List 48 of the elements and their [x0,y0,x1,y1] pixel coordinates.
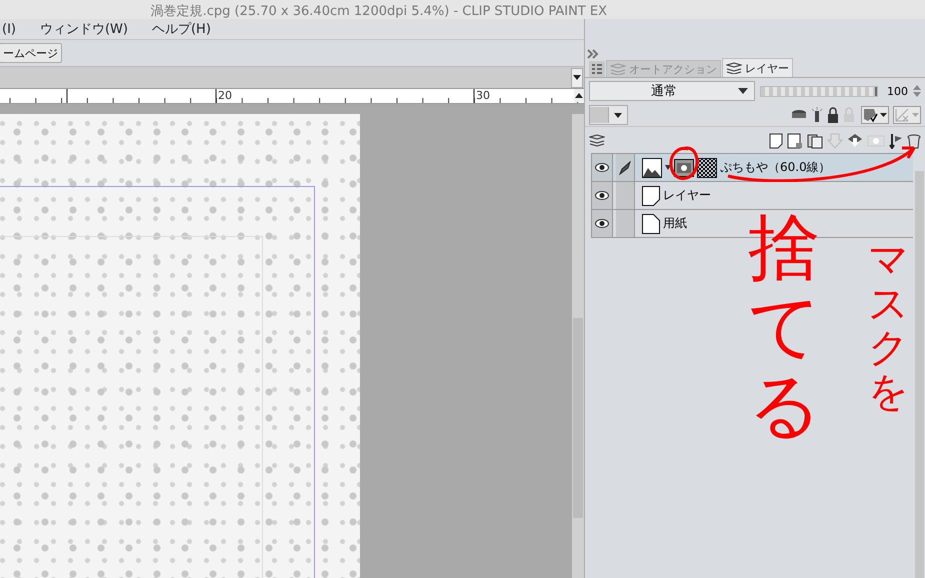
merge-down-icon[interactable] [847,133,863,149]
new-folder-icon[interactable] [807,133,823,149]
color-dropdown[interactable] [589,105,628,125]
homepage-button[interactable]: ームページ [0,43,62,63]
reference-icon[interactable] [811,107,823,123]
caret-icon [614,112,622,118]
opacity-slider[interactable] [760,86,878,96]
pen-icon [619,160,631,174]
new-vector-layer-icon[interactable] [787,133,803,149]
spinner-icon[interactable] [913,85,921,97]
list-icon[interactable] [589,61,605,77]
checkered-thumbnail-icon [697,158,717,178]
ruler-label: 30 [476,89,490,102]
layer-row[interactable]: ぷちもや（60.0線） [592,154,913,182]
paper-thumbnail-icon [642,214,660,234]
caret-icon [665,165,671,170]
layer-row[interactable]: レイヤー [592,182,913,210]
opacity-value: 100 [887,84,908,98]
mask-thumbnail-icon[interactable] [674,158,694,176]
menu-item[interactable]: (I) [2,22,24,36]
trash-icon[interactable] [907,133,921,149]
caret-icon [738,88,748,94]
layers-icon[interactable] [589,134,605,148]
layer-name: ぷちもや（60.0線） [720,159,831,176]
layers-icon [610,63,626,75]
apply-mask-icon[interactable] [889,133,903,149]
lock-icon[interactable] [827,107,839,123]
handwritten-note: マスクを [868,238,908,414]
ruler-label: 20 [218,89,232,102]
menu-item[interactable]: ウィンドウ(W) [40,20,136,38]
layer-name: レイヤー [663,187,711,204]
blend-mode-dropdown[interactable]: 通常 [589,81,755,101]
menu-item[interactable]: ヘルプ(H) [152,20,219,38]
scrollbar[interactable] [915,171,924,578]
expand-icon[interactable] [587,49,599,59]
panel-tab[interactable]: レイヤー [722,58,793,77]
scroll-up-icon[interactable] [574,89,584,102]
landscape-thumbnail-icon [642,158,662,178]
eye-icon[interactable] [595,163,609,172]
layers-icon [726,62,742,74]
layer-name: 用紙 [663,215,687,232]
eye-icon[interactable] [595,219,609,228]
layer-thumbnail-icon [642,186,660,206]
mask-toggle-icon[interactable] [861,106,889,124]
window-title: 渦巻定規.cpg (25.70 x 36.40cm 1200dpi 5.4%) - CLIP STUDIO PAINT EX [150,5,607,19]
eye-icon[interactable] [595,191,609,200]
new-layer-icon[interactable] [769,133,783,149]
scrollbar[interactable] [572,114,584,578]
